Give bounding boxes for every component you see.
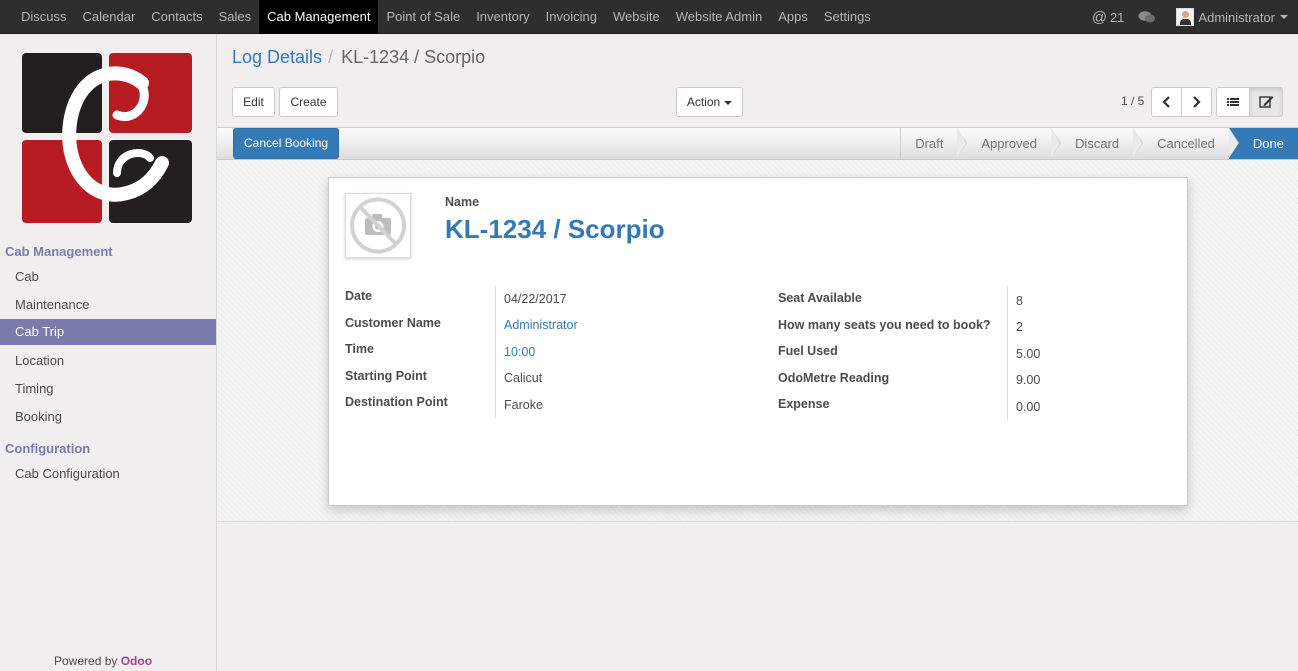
cancel-booking-button[interactable]: Cancel Booking: [233, 128, 340, 159]
value-expense[interactable]: 0.00: [1016, 400, 1040, 414]
user-menu[interactable]: Administrator: [1198, 10, 1275, 25]
sidebar-item-cab-trip[interactable]: Cab Trip: [0, 319, 216, 345]
action-label: Action: [686, 95, 721, 109]
menu-sales[interactable]: Sales: [211, 0, 260, 34]
chevron-right-icon: [1193, 96, 1201, 108]
stage-pipeline: Draft Approved Discard Cancelled Done: [900, 128, 1298, 159]
label-date: Date: [345, 289, 373, 303]
label-time: Time: [345, 342, 374, 356]
breadcrumb-current: KL-1234 / Scorpio: [341, 47, 486, 67]
company-logo: [22, 53, 192, 223]
label-starting-point: Starting Point: [345, 369, 427, 383]
stage-discard[interactable]: Discard: [1051, 128, 1144, 159]
top-navbar: Discuss Calendar Contacts Sales Cab Mana…: [0, 0, 1298, 34]
record-name: KL-1234 / Scorpio: [445, 214, 665, 244]
odoo-link[interactable]: Odoo: [121, 654, 152, 668]
sidebar-item-cab-configuration[interactable]: Cab Configuration: [0, 461, 216, 487]
create-button[interactable]: Create: [279, 87, 338, 117]
sidebar-item-timing[interactable]: Timing: [0, 376, 216, 402]
menu-inventory[interactable]: Inventory: [468, 0, 537, 34]
topbar-right: @ 21 Administrator: [1092, 0, 1288, 34]
name-label: Name: [445, 195, 480, 209]
chevron-left-icon: [1162, 96, 1170, 108]
label-fuel-used: Fuel Used: [778, 344, 838, 358]
menu-apps[interactable]: Apps: [770, 0, 816, 34]
sidebar-item-maintenance[interactable]: Maintenance: [0, 292, 216, 318]
sidebar-item-booking[interactable]: Booking: [0, 404, 216, 430]
stage-done[interactable]: Done: [1228, 128, 1298, 159]
label-destination-point: Destination Point: [345, 395, 448, 409]
no-image-icon: [350, 197, 406, 254]
value-date[interactable]: 04/22/2017: [504, 292, 567, 306]
mention-icon[interactable]: @: [1092, 9, 1107, 26]
powered-by: Powered by Odoo: [54, 654, 152, 668]
stage-approved[interactable]: Approved: [957, 128, 1061, 159]
main-menu: Discuss Calendar Contacts Sales Cab Mana…: [0, 0, 879, 34]
sidebar: Cab Management Cab Maintenance Cab Trip …: [0, 34, 217, 671]
chat-icon[interactable]: [1138, 10, 1156, 24]
form-sheet: Name KL-1234 / Scorpio Date 04/22/2017 C…: [328, 177, 1188, 506]
powered-by-label: Powered by: [54, 654, 118, 668]
status-bar: Cancel Booking Draft Approved Discard Ca…: [217, 127, 1298, 160]
sidebar-item-cab[interactable]: Cab: [0, 264, 216, 290]
label-seat-available: Seat Available: [778, 291, 862, 305]
label-customer-name: Customer Name: [345, 316, 441, 330]
list-icon: [1227, 98, 1239, 106]
pager-next-button[interactable]: [1181, 87, 1212, 117]
menu-website-admin[interactable]: Website Admin: [668, 0, 770, 34]
value-destination-point[interactable]: Faroke: [504, 398, 543, 412]
menu-contacts[interactable]: Contacts: [143, 0, 210, 34]
menu-invoicing[interactable]: Invoicing: [538, 0, 605, 34]
label-seats-to-book: How many seats you need to book?: [778, 318, 991, 332]
breadcrumb-separator: /: [328, 47, 334, 67]
vehicle-image[interactable]: [345, 193, 411, 258]
menu-discuss[interactable]: Discuss: [0, 0, 75, 34]
menu-cab-management[interactable]: Cab Management: [259, 0, 379, 34]
menu-settings[interactable]: Settings: [816, 0, 879, 34]
caret-down-icon: [724, 100, 733, 105]
stage-cancelled[interactable]: Cancelled: [1133, 128, 1239, 159]
value-starting-point[interactable]: Calicut: [504, 371, 542, 385]
action-dropdown[interactable]: Action: [676, 87, 743, 117]
value-seat-available[interactable]: 8: [1016, 294, 1023, 308]
section-configuration: Configuration: [5, 441, 91, 456]
breadcrumb-log-details[interactable]: Log Details: [232, 47, 322, 67]
field-divider-left: [495, 286, 496, 418]
breadcrumb: Log Details / KL-1234 / Scorpio: [232, 47, 485, 68]
value-customer-name[interactable]: Administrator: [504, 318, 578, 332]
value-seats-to-book[interactable]: 2: [1016, 320, 1023, 334]
field-divider-right: [1007, 286, 1008, 420]
menu-website[interactable]: Website: [605, 0, 668, 34]
edit-button[interactable]: Edit: [232, 87, 275, 117]
pager-value[interactable]: 1 / 5: [1121, 94, 1144, 108]
menu-calendar[interactable]: Calendar: [75, 0, 144, 34]
sidebar-item-location[interactable]: Location: [0, 348, 216, 374]
edit-form-icon: [1259, 96, 1274, 108]
list-view-button[interactable]: [1216, 87, 1250, 117]
notification-count: 21: [1109, 9, 1125, 25]
value-odometre-reading[interactable]: 9.00: [1016, 373, 1040, 387]
value-fuel-used[interactable]: 5.00: [1016, 347, 1040, 361]
stage-draft[interactable]: Draft: [901, 128, 968, 159]
menu-point-of-sale[interactable]: Point of Sale: [378, 0, 468, 34]
label-odometre-reading: OdoMetre Reading: [778, 371, 890, 385]
section-cab-management: Cab Management: [5, 244, 113, 259]
pager-previous-button[interactable]: [1151, 87, 1182, 117]
chevron-down-icon[interactable]: [1280, 15, 1288, 19]
value-time[interactable]: 10:00: [504, 345, 535, 359]
label-expense: Expense: [778, 397, 830, 411]
user-avatar[interactable]: [1176, 8, 1195, 26]
form-view-button[interactable]: [1249, 87, 1283, 117]
